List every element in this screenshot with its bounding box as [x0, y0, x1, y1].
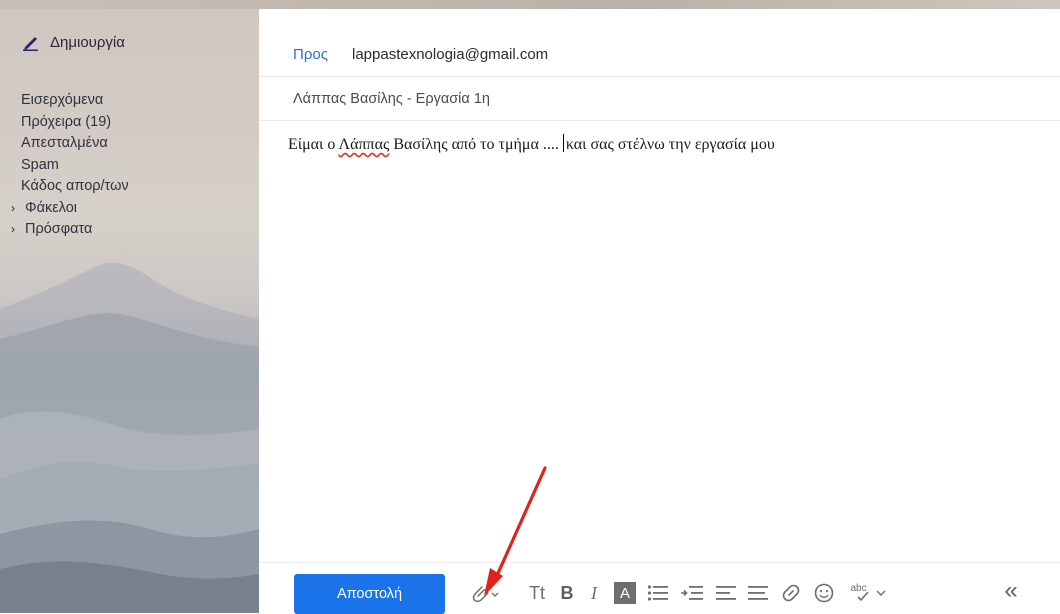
indent-button[interactable]: [678, 581, 706, 605]
body-text-start: Είμαι ο: [288, 136, 339, 153]
chevron-down-icon: [876, 590, 885, 596]
sidebar-group-label: Πρόσφατα: [25, 221, 93, 237]
indent-icon: [681, 586, 703, 600]
sidebar-item-inbox[interactable]: Εισερχόμενα: [0, 90, 259, 112]
compose-toolbar: Αποστολή Tt B I A abc «: [259, 562, 1060, 614]
text-cursor: [562, 134, 564, 152]
body-text-end: και σας στέλνω την εργασία μου: [565, 136, 775, 153]
align-justify-icon: [748, 586, 768, 600]
bold-button[interactable]: B: [557, 581, 577, 605]
justify-button[interactable]: [746, 581, 770, 605]
align-left-icon: [716, 586, 736, 600]
bulleted-list-icon: [647, 585, 668, 601]
italic-button[interactable]: I: [585, 581, 603, 605]
to-label[interactable]: Προς: [293, 46, 328, 63]
compose-label: Δημιουργία: [50, 33, 125, 51]
message-body[interactable]: Είμαι ο Λάππας Βασίλης από το τμήμα ....…: [288, 134, 775, 154]
emoji-button[interactable]: [812, 581, 836, 605]
to-recipient[interactable]: lappastexnologia@gmail.com: [352, 46, 548, 63]
top-strip: [0, 0, 1060, 9]
body-text-middle: Βασίλης από το τμήμα ....: [389, 136, 559, 153]
sidebar-item-drafts[interactable]: Πρόχειρα (19): [0, 112, 259, 134]
spellcheck-icon: abc: [851, 582, 873, 604]
bulleted-list-button[interactable]: [646, 581, 670, 605]
align-button[interactable]: [714, 581, 738, 605]
sidebar: Δημιουργία Εισερχόμενα Πρόχειρα (19) Απε…: [0, 9, 259, 613]
insert-link-button[interactable]: [779, 581, 803, 605]
sidebar-item-spam[interactable]: Spam: [0, 155, 259, 177]
spellcheck-button[interactable]: abc: [846, 581, 890, 605]
chevron-right-icon: ›: [11, 200, 15, 215]
compose-button[interactable]: Δημιουργία: [22, 33, 125, 51]
sidebar-item-sent[interactable]: Απεσταλμένα: [0, 133, 259, 155]
sidebar-group-recent[interactable]: › Πρόσφατα: [0, 219, 259, 241]
pencil-icon: [23, 37, 38, 51]
folder-list: Εισερχόμενα Πρόχειρα (19) Απεσταλμένα Sp…: [0, 90, 259, 241]
subject-row[interactable]: Λάππας Βασίλης - Εργασία 1η: [259, 76, 1060, 121]
collapse-toolbar-button[interactable]: «: [999, 577, 1023, 604]
compose-pane: Προς lappastexnologia@gmail.com Λάππας Β…: [259, 9, 1060, 614]
link-icon: [782, 584, 800, 602]
font-size-button[interactable]: Tt: [525, 581, 549, 605]
misspelled-word[interactable]: Λάππας: [338, 136, 389, 153]
sidebar-group-label: Φάκελοι: [25, 199, 77, 216]
send-button[interactable]: Αποστολή: [294, 574, 445, 614]
attach-button[interactable]: [468, 581, 502, 605]
paperclip-icon: [472, 586, 499, 603]
sidebar-group-folders[interactable]: › Φάκελοι: [0, 198, 259, 220]
sidebar-item-trash[interactable]: Κάδος απορ/των: [0, 176, 259, 198]
to-row[interactable]: Προς lappastexnologia@gmail.com: [259, 9, 1060, 77]
smiley-icon: [814, 583, 834, 603]
chevron-right-icon: ›: [11, 222, 15, 236]
subject-input[interactable]: Λάππας Βασίλης - Εργασία 1η: [293, 91, 490, 107]
text-color-button[interactable]: A: [614, 582, 636, 604]
